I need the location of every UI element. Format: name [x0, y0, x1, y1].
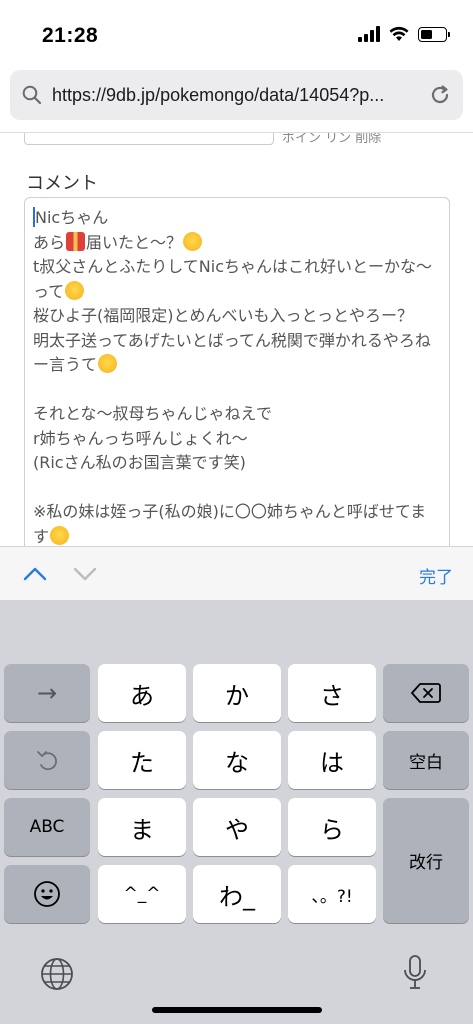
comment-text: 明太子送ってあげたいとばってん税関で弾かれるやろね: [33, 330, 431, 350]
comment-line: それとな〜叔母ちゃんじゃねえで: [33, 402, 441, 427]
status-bar: 21:28: [0, 0, 473, 70]
comment-line: 桜ひよ子(福岡限定)とめんべいも入っとっとやろー？: [33, 304, 441, 329]
key-ya-label: や: [225, 815, 249, 844]
key-ha[interactable]: は: [288, 731, 376, 789]
emoji-key[interactable]: [4, 865, 90, 923]
key-ha-label: は: [320, 748, 344, 777]
chevron-down-icon[interactable]: [72, 561, 98, 587]
undo-icon: [37, 751, 57, 771]
comment-line: ※私の妹は姪っ子(私の娘)に〇〇姉ちゃんと呼ばせてま: [33, 500, 441, 525]
delete-key[interactable]: [383, 664, 469, 722]
comment-line: あら 届いたと〜？: [33, 231, 441, 256]
space-key-label: 空白: [409, 752, 443, 773]
keyboard-accessory-bar: 完了: [0, 546, 473, 600]
page-content: ボイン リン 削除 コメント Nicちゃん あら 届いたと〜？ t叔父さんとふたりして…: [0, 132, 473, 546]
space-key[interactable]: 空白: [383, 731, 469, 789]
done-button[interactable]: 完了: [419, 563, 453, 588]
comment-textarea[interactable]: Nicちゃん あら 届いたと〜？ t叔父さんとふたりしてNicちゃんはこれ好いとーかな…: [24, 197, 450, 546]
zany-emoji-icon: [98, 354, 118, 373]
comment-line: (Ricさん私のお国言葉です笑): [33, 451, 441, 476]
abc-key[interactable]: ABC: [4, 798, 90, 856]
status-icons: [358, 26, 450, 42]
field-hint: ボイン リン 削除: [282, 132, 382, 146]
key-a-label: あ: [130, 681, 154, 710]
heart-eyes-emoji-icon: [65, 280, 85, 300]
comment-text: Nicちゃん: [35, 208, 109, 227]
status-time: 21:28: [42, 24, 99, 47]
return-key[interactable]: 改行: [383, 798, 469, 923]
key-a[interactable]: あ: [98, 664, 186, 722]
key-sa[interactable]: さ: [288, 664, 376, 722]
key-na[interactable]: な: [193, 731, 281, 789]
comment-line: ー言うて: [33, 353, 441, 378]
key-ra[interactable]: ら: [288, 798, 376, 856]
search-icon: [22, 85, 42, 105]
comment-text: 届いたと〜？: [86, 232, 183, 252]
home-indicator[interactable]: [152, 1007, 322, 1013]
undo-key[interactable]: [4, 731, 90, 789]
shush-emoji-icon: [50, 525, 70, 545]
key-ka[interactable]: か: [193, 664, 281, 722]
next-char-key[interactable]: →: [4, 664, 90, 722]
punctuation-key[interactable]: 、。?!: [288, 865, 376, 923]
comment-line: [33, 378, 441, 403]
comment-line: Nicちゃん: [33, 206, 441, 231]
comment-text: r姉ちゃんっち呼んじょくれ〜: [33, 428, 248, 448]
reload-icon[interactable]: [429, 84, 451, 106]
key-ma-label: ま: [130, 815, 154, 844]
comment-line: って: [33, 280, 441, 305]
key-ta[interactable]: た: [98, 731, 186, 789]
return-key-label: 改行: [409, 853, 443, 873]
kaomoji-key[interactable]: ^_^: [98, 865, 186, 923]
comment-text: それとな〜叔母ちゃんじゃねえで: [33, 404, 273, 423]
arrow-right-icon: →: [36, 679, 58, 707]
gift-emoji-icon: [66, 231, 86, 251]
comment-line: す: [33, 525, 441, 547]
chevron-up-icon[interactable]: [22, 561, 48, 587]
browser-toolbar: https://9db.jp/pokemongo/data/14054?p...: [0, 70, 473, 132]
key-ya[interactable]: や: [193, 798, 281, 856]
comment-line: [33, 476, 441, 501]
comment-line: t叔父さんとふたりしてNicちゃんはこれ好いとーかな〜: [33, 255, 441, 280]
comment-text: (Ricさん私のお国言葉です笑): [33, 453, 246, 472]
key-wa[interactable]: わ_: [193, 865, 281, 923]
microphone-icon[interactable]: [402, 954, 428, 992]
url-text: https://9db.jp/pokemongo/data/14054?p...: [52, 84, 385, 105]
comment-text: t叔父さんとふたりしてNicちゃんはこれ好いとーかな〜: [33, 257, 433, 276]
comment-text: ー言うて: [33, 355, 98, 374]
comment-text: す: [33, 526, 50, 546]
comment-text: ※私の妹は姪っ子(私の娘)に〇〇姉ちゃんと呼ばせてま: [33, 502, 427, 521]
key-ka-label: か: [225, 681, 249, 710]
cellular-signal-icon: [358, 26, 380, 42]
key-ra-label: ら: [320, 815, 344, 844]
wifi-icon: [389, 26, 409, 41]
smiley-icon: [34, 881, 60, 907]
key-sa-label: さ: [320, 681, 344, 710]
key-ta-label: た: [130, 748, 154, 777]
comment-label: コメント: [26, 173, 98, 194]
globe-icon[interactable]: [39, 956, 75, 992]
punctuation-key-label: 、。?!: [311, 886, 353, 907]
name-field[interactable]: [24, 133, 274, 145]
comment-line: r姉ちゃんっち呼んじょくれ〜: [33, 427, 441, 452]
address-bar[interactable]: https://9db.jp/pokemongo/data/14054?p...: [10, 70, 463, 120]
comment-text: あら: [33, 232, 66, 252]
battery-icon: [418, 26, 450, 42]
tongue-emoji-icon: [183, 231, 203, 251]
kaomoji-key-label: ^_^: [123, 884, 161, 904]
key-na-label: な: [225, 748, 249, 777]
abc-key-label: ABC: [29, 817, 65, 837]
japanese-keyboard: → あ か さ た な は 空白 ABC ま や ら 改行 ^_^ わ_ 、。?…: [0, 600, 473, 1024]
comment-line: 明太子送ってあげたいとばってん税関で弾かれるやろね: [33, 329, 441, 354]
key-ma[interactable]: ま: [98, 798, 186, 856]
delete-icon: [411, 683, 441, 703]
key-wa-label: わ_: [219, 882, 255, 911]
comment-text: 桜ひよ子(福岡限定)とめんべいも入っとっとやろー？: [33, 306, 414, 325]
comment-text: って: [33, 281, 65, 301]
